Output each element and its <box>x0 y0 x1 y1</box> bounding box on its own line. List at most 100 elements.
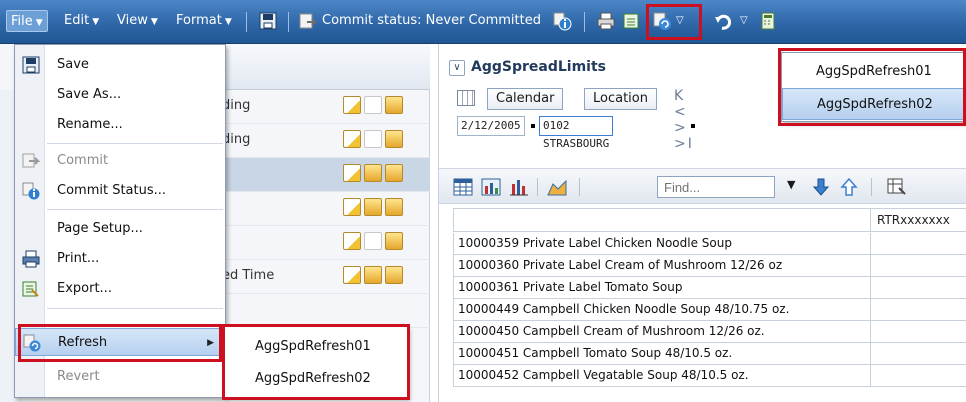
table-row[interactable]: 10000451 Campbell Tomato Soup 48/10.5 oz… <box>453 343 966 365</box>
list-item-selected[interactable] <box>200 158 430 192</box>
blank-form-icon[interactable] <box>364 130 382 148</box>
data-cell[interactable] <box>870 255 966 276</box>
arrow-down-icon[interactable] <box>811 178 831 196</box>
data-cell[interactable] <box>870 277 966 298</box>
dropdown-item-refresh02[interactable]: AggSpdRefresh02 <box>782 88 965 120</box>
pov-date[interactable]: 2/12/2005 <box>457 116 525 136</box>
chart-view-icon[interactable] <box>481 178 501 196</box>
find-dropdown-icon[interactable]: ▼ <box>787 178 807 196</box>
open-folder-icon[interactable] <box>364 164 382 182</box>
pov-location[interactable]: 0102 STRASBOURG <box>539 116 614 150</box>
refresh-icon[interactable] <box>652 11 672 31</box>
blank-form-icon[interactable] <box>364 96 382 114</box>
data-cell[interactable] <box>870 321 966 342</box>
blank-form-icon[interactable] <box>364 232 382 250</box>
find-input[interactable] <box>657 176 775 198</box>
new-form-icon[interactable] <box>343 130 361 148</box>
file-menu-button[interactable]: File ▼ <box>6 10 48 32</box>
menu-item-commit-status[interactable]: Commit Status... <box>15 177 225 205</box>
data-cell[interactable] <box>870 299 966 320</box>
list-item-label: ed Time <box>222 268 275 283</box>
undo-icon[interactable] <box>714 11 734 31</box>
toolbar-divider <box>700 12 701 32</box>
table-row[interactable]: 10000359 Private Label Chicken Noodle So… <box>453 233 966 255</box>
list-item[interactable] <box>200 294 430 328</box>
menu-item-export[interactable]: Export... <box>15 275 225 303</box>
menu-item-rename[interactable]: Rename... <box>15 111 225 139</box>
export-icon <box>22 280 40 298</box>
table-row[interactable]: 10000361 Private Label Tomato Soup <box>453 277 966 299</box>
menu-item-label: Save <box>57 57 89 72</box>
menu-divider <box>47 308 223 309</box>
list-item[interactable]: ding <box>200 124 430 158</box>
export-icon[interactable] <box>622 11 642 31</box>
list-item[interactable]: ed Time <box>200 260 430 294</box>
list-item[interactable]: ding <box>200 90 430 124</box>
table-row[interactable]: 10000452 Campbell Vegatable Soup 48/10.5… <box>453 365 966 387</box>
area-chart-icon[interactable] <box>547 178 567 196</box>
new-form-icon[interactable] <box>343 96 361 114</box>
table-view-icon[interactable] <box>453 178 473 196</box>
commit-icon[interactable] <box>298 11 318 31</box>
menu-item-label: Save As... <box>57 87 122 102</box>
data-cell[interactable] <box>870 233 966 254</box>
data-cell[interactable] <box>870 343 966 364</box>
menu-item-commit: Commit <box>15 147 225 175</box>
open-folder-icon[interactable] <box>364 198 382 216</box>
data-cell[interactable] <box>870 365 966 386</box>
grid-icon <box>457 90 475 106</box>
open-folder-icon[interactable] <box>385 130 403 148</box>
refresh-submenu: AggSpdRefresh01 AggSpdRefresh02 <box>224 326 408 398</box>
edit-menu-button[interactable]: Edit ▼ <box>60 10 103 32</box>
table-row[interactable]: 10000449 Campbell Chicken Noodle Soup 48… <box>453 299 966 321</box>
list-item[interactable] <box>200 192 430 226</box>
commit-status-icon[interactable] <box>552 11 572 31</box>
menu-item-save-as[interactable]: Save As... <box>15 81 225 109</box>
open-folder-icon[interactable] <box>385 266 403 284</box>
table-row[interactable]: 10000450 Campbell Cream of Mushroom 12/2… <box>453 321 966 343</box>
menu-item-page-setup[interactable]: Page Setup... <box>15 215 225 243</box>
new-form-icon[interactable] <box>343 266 361 284</box>
undo-dropdown-arrow[interactable]: ▽ <box>740 10 748 32</box>
open-folder-icon[interactable] <box>385 198 403 216</box>
calendar-dimension-button[interactable]: Calendar <box>487 88 564 110</box>
toolbar-refresh-dropdown: AggSpdRefresh01 AggSpdRefresh02 <box>781 52 966 122</box>
collapse-icon[interactable]: ∨ <box>449 60 465 76</box>
submenu-item-refresh01[interactable]: AggSpdRefresh01 <box>225 331 407 363</box>
calculator-icon[interactable] <box>758 11 778 31</box>
dropdown-item-refresh01[interactable]: AggSpdRefresh01 <box>782 56 965 88</box>
bar-chart-icon[interactable] <box>509 178 529 196</box>
column-header[interactable]: RTRxxxxxxx <box>870 209 966 231</box>
table-row[interactable]: 10000360 Private Label Cream of Mushroom… <box>453 255 966 277</box>
pager-controls[interactable]: K < > >I <box>674 88 694 152</box>
new-form-icon[interactable] <box>343 232 361 250</box>
location-dimension-button[interactable]: Location <box>584 88 657 110</box>
view-menu-button[interactable]: View ▼ <box>113 10 162 32</box>
refresh-dropdown-arrow[interactable]: ▽ <box>676 10 684 32</box>
save-icon[interactable] <box>258 11 278 31</box>
format-menu-button[interactable]: Format ▼ <box>172 10 236 32</box>
menu-item-print[interactable]: Print... <box>15 245 225 273</box>
file-menu: Save Save As... Rename... Commit Commit … <box>14 44 226 398</box>
row-label: 10000359 Private Label Chicken Noodle So… <box>458 236 732 250</box>
new-form-icon[interactable] <box>343 198 361 216</box>
row-actions <box>343 266 406 286</box>
list-item[interactable] <box>200 226 430 260</box>
menu-item-label: Print... <box>57 251 100 266</box>
submenu-item-refresh02[interactable]: AggSpdRefresh02 <box>225 363 407 395</box>
submenu-arrow-icon: ▶ <box>207 338 214 348</box>
open-folder-icon[interactable] <box>385 96 403 114</box>
open-folder-icon[interactable] <box>364 266 382 284</box>
grid-options-icon[interactable] <box>887 178 907 196</box>
menu-item-label: Page Setup... <box>57 221 143 236</box>
row-actions <box>343 198 406 218</box>
menu-item-refresh[interactable]: Refresh ▶ <box>15 328 225 356</box>
arrow-up-icon[interactable] <box>839 177 859 196</box>
menu-item-label: Refresh <box>58 335 108 350</box>
menu-item-save[interactable]: Save <box>15 51 225 79</box>
print-icon[interactable] <box>596 11 616 31</box>
new-form-icon[interactable] <box>343 164 361 182</box>
open-folder-icon[interactable] <box>385 232 403 250</box>
open-folder-icon[interactable] <box>385 164 403 182</box>
menu-divider <box>47 209 223 210</box>
